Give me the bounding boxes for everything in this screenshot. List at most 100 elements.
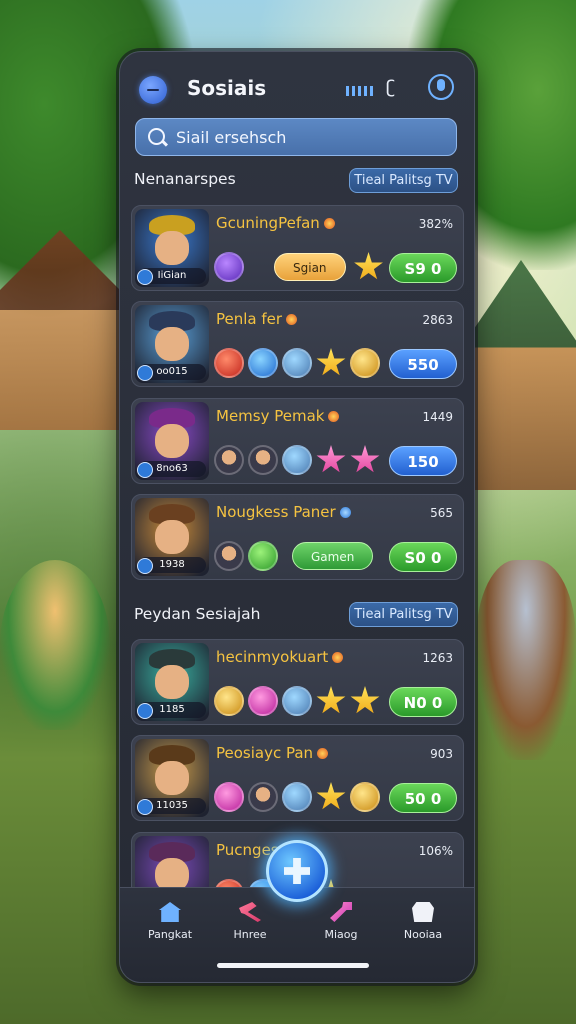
signal-icon (346, 86, 374, 96)
emblem-row: Sgian (214, 252, 384, 282)
emblem-icon[interactable] (282, 445, 312, 475)
star-icon (354, 252, 383, 280)
badge-icon (137, 365, 153, 381)
player-score: 1263 (422, 651, 453, 665)
center-action-button[interactable] (266, 840, 328, 902)
nav-item-miaog[interactable]: Miaog (306, 902, 376, 941)
player-card[interactable]: 1185 hecinmyokuart 1263 N0 0 (131, 639, 464, 725)
hammer-icon (239, 902, 261, 922)
value-button[interactable]: S9 0 (389, 253, 457, 283)
flame-icon (286, 314, 298, 325)
emblem-icon[interactable] (282, 686, 312, 716)
player-card[interactable]: 11035 Peosiayc Pan 903 50 0 (131, 735, 464, 821)
mid-pill-button[interactable]: Gamen (292, 542, 374, 570)
shop-icon (412, 902, 434, 922)
player-card[interactable]: IiGian GcuningPefan 382% Sgian S9 0 (131, 205, 464, 291)
emblem-icon[interactable] (214, 252, 244, 282)
nav-item-nooiaa[interactable]: Nooiaa (388, 902, 458, 941)
player-card[interactable]: 8no63 Memsy Pemak 1449 150 (131, 398, 464, 484)
emblem-icon[interactable] (248, 541, 278, 571)
search-icon (148, 128, 165, 145)
search-input[interactable]: Siail ersehsch (135, 118, 457, 156)
nav-item-pangkat[interactable]: Pangkat (135, 902, 205, 941)
gem-icon (339, 507, 351, 518)
emblem-icon[interactable] (214, 686, 244, 716)
emblem-icon[interactable] (248, 348, 278, 378)
emblem-row (214, 782, 380, 812)
emblem-icon[interactable] (282, 348, 312, 378)
face (155, 665, 189, 699)
friend-avatar-icon[interactable] (214, 445, 244, 475)
flame-icon (323, 218, 335, 229)
player-name: Penla fer (216, 310, 298, 328)
face (155, 424, 189, 458)
player-card[interactable]: oo015 Penla fer 2863 550 (131, 301, 464, 387)
home-indicator (217, 963, 369, 968)
emblem-row: Gamen (214, 541, 374, 571)
player-score: 1449 (422, 410, 453, 424)
player-name: hecinmyokuart (216, 648, 344, 666)
player-name: Peosiayc Pan (216, 744, 329, 762)
star-icon (350, 686, 380, 714)
player-name: GcuningPefan (216, 214, 335, 232)
emblem-icon[interactable] (214, 782, 244, 812)
player-avatar: 11035 (135, 739, 209, 817)
face (155, 231, 189, 265)
value-button[interactable]: S0 0 (389, 542, 457, 572)
star-icon (350, 445, 380, 473)
player-card[interactable]: 1938 Nougkess Paner 565 Gamen S0 0 (131, 494, 464, 580)
nav-label: Hnree (233, 928, 267, 941)
mic-icon[interactable] (428, 74, 454, 100)
face (155, 761, 189, 795)
mid-pill-button[interactable]: Sgian (274, 253, 346, 281)
section-title-1: Nenanarspes (134, 170, 236, 188)
emblem-row (214, 445, 380, 475)
player-score: 382% (418, 217, 453, 231)
value-button[interactable]: 150 (389, 446, 457, 476)
star-icon (316, 686, 346, 714)
friend-avatar-icon[interactable] (248, 445, 278, 475)
flame-icon (332, 652, 344, 663)
player-score: 903 (430, 747, 453, 761)
emblem-icon[interactable] (214, 348, 244, 378)
nav-label: Pangkat (147, 928, 193, 941)
value-button[interactable]: N0 0 (389, 687, 457, 717)
player-name: Nougkess Paner (216, 503, 351, 521)
flame-icon (328, 411, 340, 422)
bottom-nav: Pangkat Hnree Miaog Nooiaa (120, 840, 474, 982)
badge-icon (137, 799, 153, 815)
player-name: Memsy Pemak (216, 407, 340, 425)
badge-icon (137, 703, 153, 719)
menu-icon[interactable] (139, 76, 167, 104)
emblem-icon[interactable] (248, 686, 278, 716)
section-button-2[interactable]: Tieal Palitsg TV (349, 602, 458, 627)
header: Sosiais ʗ (120, 70, 474, 110)
home-icon (159, 902, 181, 922)
emblem-icon[interactable] (350, 782, 380, 812)
value-button[interactable]: 550 (389, 349, 457, 379)
badge-icon (137, 462, 153, 478)
value-button[interactable]: 50 0 (389, 783, 457, 813)
warrior-girl-figure (0, 560, 110, 730)
section-button-1[interactable]: Tieal Palitsg TV (349, 168, 458, 193)
emblem-icon[interactable] (350, 348, 380, 378)
face (155, 327, 189, 361)
player-avatar: 1938 (135, 498, 209, 576)
nav-label: Nooiaa (403, 928, 443, 941)
social-panel: Sosiais ʗ Siail ersehsch Nenanarspes Tie… (119, 51, 475, 983)
emblem-row (214, 686, 380, 716)
player-score: 565 (430, 506, 453, 520)
nav-item-hnree[interactable]: Hnree (215, 902, 285, 941)
wifi-icon: ʗ (386, 77, 396, 98)
warrior-boy-figure (476, 560, 576, 760)
friend-avatar-icon[interactable] (248, 782, 278, 812)
key-icon (330, 902, 352, 922)
flame-icon (317, 748, 329, 759)
friend-avatar-icon[interactable] (214, 541, 244, 571)
star-icon (316, 348, 346, 376)
badge-icon (137, 558, 153, 574)
section-title-2: Peydan Sesiajah (134, 605, 261, 623)
emblem-icon[interactable] (282, 782, 312, 812)
village-house-right (466, 260, 576, 490)
player-avatar: 8no63 (135, 402, 209, 480)
